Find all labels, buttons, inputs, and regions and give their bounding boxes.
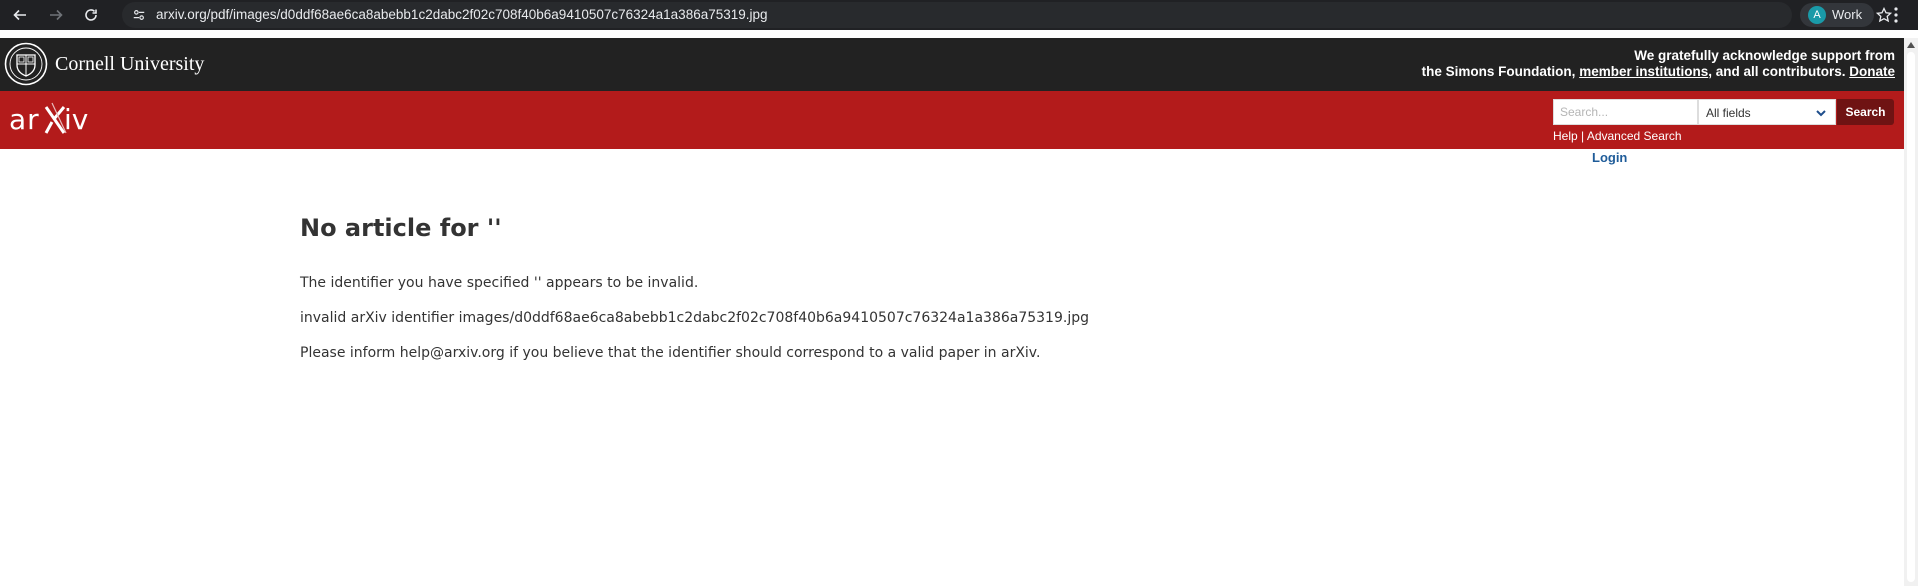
search-button[interactable]: Search (1837, 99, 1894, 125)
page-title: No article for '' (300, 214, 502, 242)
svg-text:ar: ar (9, 103, 40, 136)
avatar: A (1808, 6, 1826, 24)
donate-link[interactable]: Donate (1849, 64, 1895, 79)
cornell-seal-icon[interactable] (4, 42, 48, 86)
advanced-search-link[interactable]: Advanced Search (1587, 129, 1682, 143)
field-select-value: All fields (1706, 106, 1751, 120)
browser-toolbar: arxiv.org/pdf/images/d0ddf68ae6ca8abebb1… (0, 0, 1918, 30)
cornell-name[interactable]: Cornell University (55, 53, 204, 76)
ack-line-2: the Simons Foundation, member institutio… (1422, 64, 1895, 80)
login-link[interactable]: Login (1592, 150, 1627, 165)
ack-line-1: We gratefully acknowledge support from (1634, 48, 1895, 63)
support-acknowledgement: We gratefully acknowledge support from t… (1422, 48, 1895, 80)
kebab-menu-icon[interactable] (1888, 6, 1904, 24)
ack-prefix: the Simons Foundation, (1421, 64, 1576, 79)
scroll-thumb[interactable] (1907, 52, 1915, 582)
profile-button[interactable]: A Work (1800, 3, 1874, 27)
invalid-identifier-detail: invalid arXiv identifier images/d0ddf68a… (300, 310, 1089, 326)
ack-suffix: , and all contributors. (1708, 64, 1846, 79)
help-link[interactable]: Help (1553, 129, 1578, 143)
search-help-links: Help | Advanced Search (1553, 129, 1682, 143)
arxiv-logo[interactable]: ar iv (8, 99, 96, 139)
link-separator: | (1581, 129, 1585, 143)
svg-text:iv: iv (64, 103, 88, 136)
chevron-down-icon (1816, 110, 1826, 117)
address-bar[interactable]: arxiv.org/pdf/images/d0ddf68ae6ca8abebb1… (122, 2, 1893, 28)
invalid-identifier-message: The identifier you have specified '' app… (300, 275, 699, 291)
main-content: No article for '' The identifier you hav… (300, 206, 1600, 371)
site-info-icon[interactable] (130, 6, 148, 24)
search-field-select[interactable]: All fields (1698, 99, 1836, 125)
reload-icon[interactable] (80, 4, 102, 26)
back-arrow-icon[interactable] (9, 4, 31, 26)
member-institutions-link[interactable]: member institutions (1579, 64, 1708, 79)
cornell-banner: Cornell University We gratefully acknowl… (0, 38, 1904, 91)
url-text[interactable]: arxiv.org/pdf/images/d0ddf68ae6ca8abebb1… (156, 7, 768, 22)
scroll-up-arrow-icon[interactable] (1907, 42, 1915, 48)
contact-help-message: Please inform help@arxiv.org if you beli… (300, 345, 1041, 361)
search-input[interactable] (1553, 99, 1698, 125)
forward-arrow-icon[interactable] (45, 4, 67, 26)
profile-label: Work (1832, 7, 1863, 22)
scrollbar[interactable] (1904, 38, 1918, 586)
arxiv-header: ar iv All fields Search Help | Advanced … (0, 91, 1904, 149)
